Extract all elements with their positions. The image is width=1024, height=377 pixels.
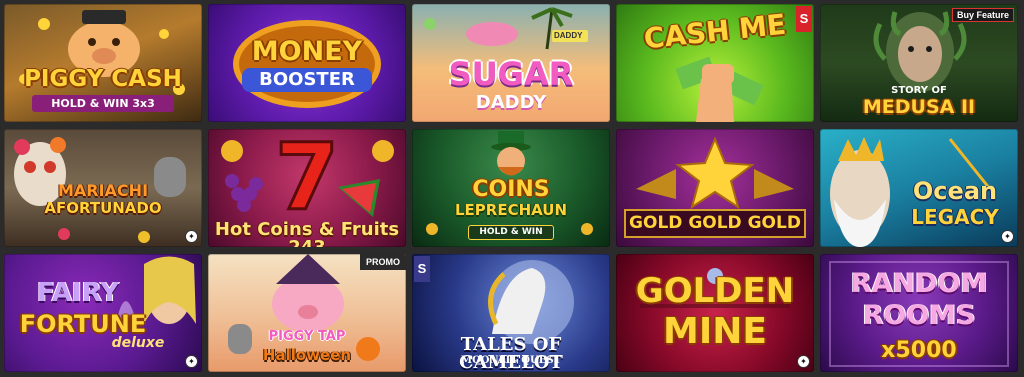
game-tile-coins-of-leprechaun[interactable]: COINS LEPRECHAUN HOLD & WIN bbox=[412, 129, 610, 247]
game-extra: HOLD & WIN bbox=[468, 225, 554, 240]
game-tile-money-booster[interactable]: MONEY BOOSTER bbox=[208, 4, 406, 122]
sign-label: DADDY bbox=[554, 31, 583, 40]
game-tile-piggy-tap-halloween[interactable]: PROMO PIGGY TAP Halloween bbox=[208, 254, 406, 372]
game-subtitle: MEDUSA II bbox=[862, 96, 976, 118]
game-subtitle: BOOSTER bbox=[242, 68, 372, 92]
game-subtitle: AFORTUNADO bbox=[44, 199, 162, 217]
game-subtitle: HOLD & WIN 3x3 bbox=[32, 95, 174, 112]
game-subtitle: Halloween bbox=[262, 346, 352, 364]
provider-logo: S bbox=[796, 6, 812, 32]
game-title: MONEY bbox=[251, 36, 363, 67]
game-grid: PIGGY CASH HOLD & WIN 3x3 MONEY BOOSTER … bbox=[4, 4, 1022, 374]
game-subtitle: ROOMS bbox=[862, 300, 976, 331]
game-extra: x5000 bbox=[881, 338, 957, 363]
game-subtitle: MOONLIT QUEST bbox=[461, 355, 561, 366]
provider-mark: ✦ bbox=[1001, 230, 1014, 243]
game-tile-random-rooms[interactable]: RANDOM ROOMS x5000 bbox=[820, 254, 1018, 372]
provider-logo: S bbox=[414, 256, 430, 282]
game-extra: deluxe bbox=[111, 335, 165, 351]
game-title: GOLD GOLD GOLD bbox=[624, 209, 806, 238]
game-title: FAIRY bbox=[37, 278, 119, 308]
game-title: Hot Coins & Fruits 243 bbox=[214, 219, 400, 248]
game-title: PIGGY TAP bbox=[268, 329, 346, 344]
game-title: GOLDEN bbox=[635, 271, 795, 311]
game-tile-hot-coins-fruits[interactable]: 7 Hot Coins & Fruits 243 bbox=[208, 129, 406, 247]
svg-text:7: 7 bbox=[275, 129, 339, 231]
game-subtitle: FORTUNE bbox=[19, 310, 147, 338]
buy-feature-badge: Buy Feature bbox=[951, 8, 1014, 22]
game-tile-ocean-legacy[interactable]: Ocean LEGACY ✦ bbox=[820, 129, 1018, 247]
game-tile-sugar-daddy[interactable]: DADDY SUGAR DADDY bbox=[412, 4, 610, 122]
game-subtitle: LEGACY bbox=[911, 205, 999, 229]
game-tile-tales-of-camelot[interactable]: S TALES OF CAMELOT MOONLIT QUEST bbox=[412, 254, 610, 372]
game-tile-story-of-medusa[interactable]: Buy Feature STORY OF MEDUSA II bbox=[820, 4, 1018, 122]
game-tile-piggy-cash[interactable]: PIGGY CASH HOLD & WIN 3x3 bbox=[4, 4, 202, 122]
game-title: MARIACHI bbox=[57, 181, 149, 200]
game-tile-cash-me[interactable]: CASH ME S bbox=[616, 4, 814, 122]
game-title: STORY OF bbox=[891, 85, 947, 96]
game-subtitle: MINE bbox=[663, 311, 767, 352]
game-tile-mariachi-afortunado[interactable]: MARIACHI AFORTUNADO ✦ bbox=[4, 129, 202, 247]
provider-mark: ✦ bbox=[185, 355, 198, 368]
provider-mark: ✦ bbox=[797, 355, 810, 368]
game-title: TALES OF CAMELOT bbox=[459, 334, 563, 372]
provider-mark: ✦ bbox=[185, 230, 198, 243]
game-title: RANDOM bbox=[850, 268, 988, 299]
game-title: COINS bbox=[472, 177, 550, 202]
game-title: SUGAR bbox=[448, 55, 574, 93]
game-title: PIGGY CASH bbox=[24, 66, 182, 92]
game-subtitle: DADDY bbox=[475, 92, 547, 113]
game-tile-golden-mine[interactable]: GOLDEN MINE ✦ bbox=[616, 254, 814, 372]
promo-badge: PROMO bbox=[359, 254, 406, 270]
game-subtitle: LEPRECHAUN bbox=[454, 201, 568, 219]
game-title: Ocean bbox=[912, 177, 998, 205]
game-tile-fairy-fortune[interactable]: FAIRY FORTUNE deluxe ✦ bbox=[4, 254, 202, 372]
game-tile-gold-gold-gold[interactable]: GOLD GOLD GOLD bbox=[616, 129, 814, 247]
